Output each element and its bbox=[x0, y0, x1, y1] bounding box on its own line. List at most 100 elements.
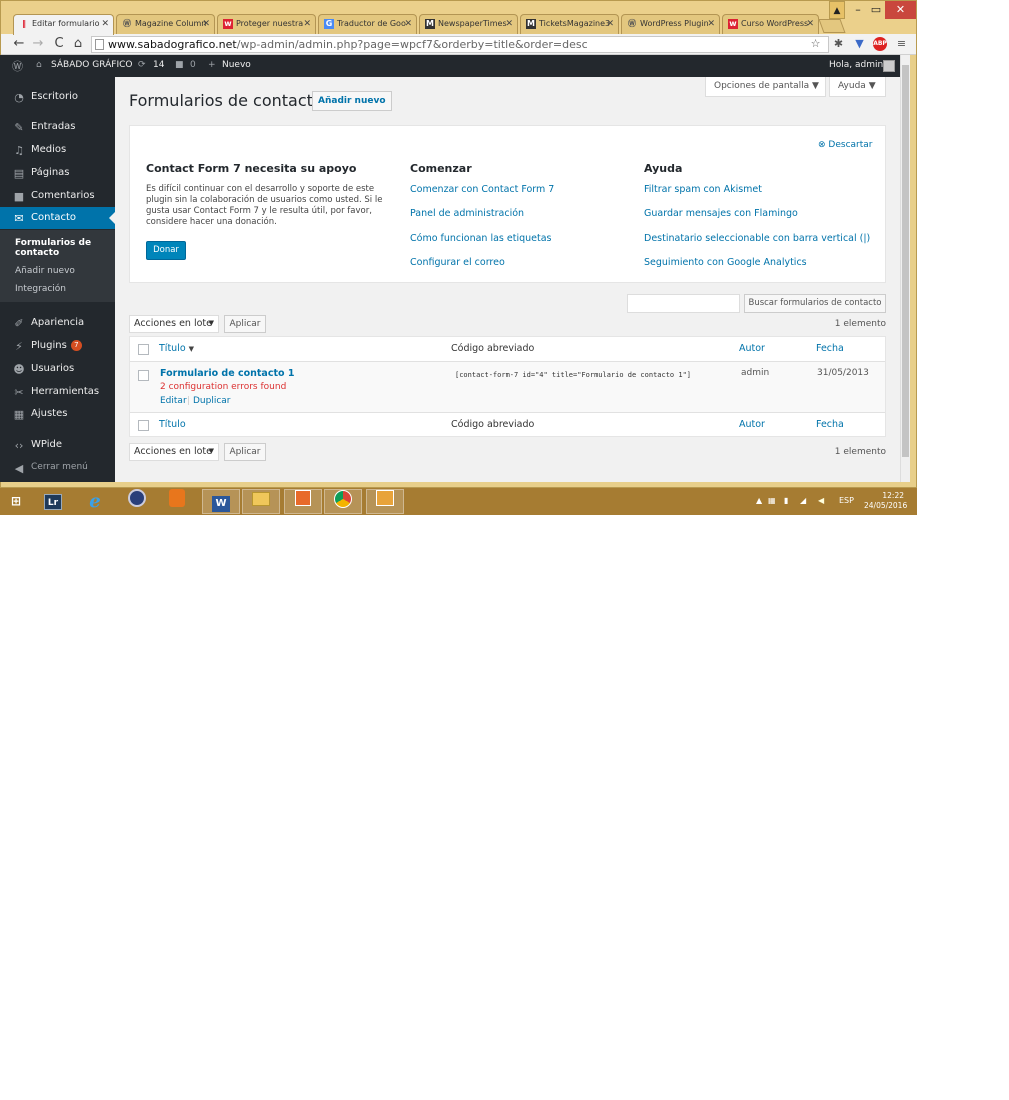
row-checkbox[interactable] bbox=[138, 370, 149, 381]
tab-magazine-column[interactable]: Ⓦ Magazine Column ✕ bbox=[116, 14, 215, 34]
word-icon[interactable]: W bbox=[202, 489, 240, 514]
clock[interactable]: 12:22 24/05/2016 bbox=[864, 491, 907, 511]
comments-count[interactable]: 0 bbox=[190, 60, 196, 70]
lightroom-icon[interactable]: Lr bbox=[38, 489, 68, 514]
help-button[interactable]: Ayuda ▼ bbox=[829, 77, 886, 97]
start-link[interactable]: Panel de administración bbox=[410, 208, 524, 219]
sidebar-item-entradas[interactable]: ✎ Entradas bbox=[0, 116, 115, 138]
help-link[interactable]: Destinatario seleccionable con barra ver… bbox=[644, 233, 870, 244]
sidebar-item-contacto[interactable]: ✉ Contacto bbox=[0, 207, 115, 229]
scrollbar-thumb[interactable] bbox=[902, 65, 909, 457]
sidebar-item-comentarios[interactable]: ■ Comentarios bbox=[0, 185, 115, 207]
close-icon[interactable]: ✕ bbox=[707, 19, 715, 29]
sidebar-item-wpide[interactable]: ‹› WPide bbox=[0, 434, 115, 456]
page-scrollbar[interactable] bbox=[900, 55, 910, 482]
updates-icon[interactable]: ⟳ bbox=[138, 60, 146, 70]
start-link[interactable]: Configurar el correo bbox=[410, 257, 505, 268]
updates-count[interactable]: 14 bbox=[153, 60, 164, 70]
new-tab-button[interactable] bbox=[818, 19, 846, 33]
duplicate-link[interactable]: Duplicar bbox=[193, 396, 231, 406]
file-explorer-icon[interactable] bbox=[242, 489, 280, 514]
dismiss-link[interactable]: ⊗ Descartar bbox=[818, 140, 873, 150]
close-icon[interactable]: ✕ bbox=[404, 19, 412, 29]
help-link[interactable]: Guardar mensajes con Flamingo bbox=[644, 208, 798, 219]
star-icon[interactable]: ☆ bbox=[808, 37, 823, 50]
signal-icon[interactable]: ◢ bbox=[800, 496, 806, 505]
help-link[interactable]: Filtrar spam con Akismet bbox=[644, 184, 762, 195]
address-bar[interactable]: www.sabadografico.net/wp-admin/admin.php… bbox=[91, 36, 829, 53]
maximize-button[interactable]: ▭ bbox=[867, 1, 885, 19]
column-date-header[interactable]: Fecha bbox=[816, 343, 844, 354]
wordpress-logo-icon[interactable]: Ⓦ bbox=[12, 58, 23, 74]
column-author-header[interactable]: Autor bbox=[739, 343, 765, 354]
windows-start-icon[interactable]: ⊞ bbox=[0, 489, 32, 514]
sidebar-item-paginas[interactable]: ▤ Páginas bbox=[0, 162, 115, 184]
close-icon[interactable]: ✕ bbox=[505, 19, 513, 29]
tab-newspapertimes[interactable]: M NewspaperTimes ✕ bbox=[419, 14, 518, 34]
download-icon[interactable]: ▼ bbox=[852, 37, 867, 50]
network-icon[interactable]: ▦ bbox=[768, 496, 776, 505]
start-link[interactable]: Comenzar con Contact Form 7 bbox=[410, 184, 554, 195]
close-icon[interactable]: ✕ bbox=[606, 19, 614, 29]
chrome-icon[interactable] bbox=[324, 489, 362, 514]
close-icon[interactable]: ✕ bbox=[101, 19, 109, 29]
close-icon[interactable]: ✕ bbox=[806, 19, 814, 29]
tab-curso-wordpress[interactable]: w Curso WordPress ✕ bbox=[722, 14, 819, 34]
help-link[interactable]: Seguimiento con Google Analytics bbox=[644, 257, 807, 268]
language-indicator[interactable]: ESP bbox=[839, 496, 854, 505]
select-all-checkbox[interactable] bbox=[138, 344, 149, 355]
forward-icon[interactable]: → bbox=[30, 36, 46, 51]
office-icon[interactable] bbox=[160, 489, 194, 514]
column-date-footer[interactable]: Fecha bbox=[816, 419, 844, 430]
donate-button[interactable]: Donar bbox=[146, 241, 186, 260]
search-input[interactable] bbox=[627, 294, 740, 313]
tab-ticketsmagazine[interactable]: M TicketsMagazine3 ✕ bbox=[520, 14, 619, 34]
comments-icon[interactable]: ■ bbox=[175, 60, 184, 70]
close-icon[interactable]: ✕ bbox=[303, 19, 311, 29]
add-new-button[interactable]: Añadir nuevo bbox=[312, 91, 392, 111]
close-window-button[interactable]: ✕ bbox=[885, 1, 916, 19]
reload-icon[interactable]: C bbox=[51, 36, 67, 51]
column-author-footer[interactable]: Autor bbox=[739, 419, 765, 430]
submenu-formularios[interactable]: Formularios de contacto bbox=[15, 238, 95, 258]
tab-wordpress-plugin[interactable]: Ⓦ WordPress Plugin ✕ bbox=[621, 14, 720, 34]
screen-options-button[interactable]: Opciones de pantalla ▼ bbox=[705, 77, 826, 97]
extension-icon[interactable]: ✱ bbox=[831, 37, 846, 50]
select-all-checkbox-bottom[interactable] bbox=[138, 420, 149, 431]
close-icon[interactable]: ✕ bbox=[202, 19, 210, 29]
new-content-link[interactable]: Nuevo bbox=[222, 60, 251, 70]
apply-button-bottom[interactable]: Aplicar bbox=[224, 443, 266, 461]
submenu-anadir-nuevo[interactable]: Añadir nuevo bbox=[15, 266, 75, 276]
my-account-link[interactable]: Hola, admin bbox=[829, 60, 883, 70]
tab-traductor[interactable]: G Traductor de Goo ✕ bbox=[318, 14, 417, 34]
tray-arrow-icon[interactable]: ▲ bbox=[756, 496, 762, 505]
bulk-actions-select-bottom[interactable]: Acciones en lote ▼ bbox=[129, 443, 219, 461]
avatar[interactable] bbox=[883, 60, 895, 72]
battery-icon[interactable]: ▮ bbox=[784, 496, 788, 505]
form-title-link[interactable]: Formulario de contacto 1 bbox=[160, 368, 294, 379]
tab-proteger[interactable]: w Proteger nuestra ✕ bbox=[217, 14, 316, 34]
collapse-menu-button[interactable]: ◀ Cerrar menú bbox=[0, 457, 115, 479]
home-icon[interactable]: ⌂ bbox=[70, 36, 86, 51]
back-icon[interactable]: ← bbox=[11, 36, 27, 51]
sidebar-item-herramientas[interactable]: ✂ Herramientas bbox=[0, 381, 115, 403]
bulk-actions-select-top[interactable]: Acciones en lote ▼ bbox=[129, 315, 219, 333]
app-icon[interactable] bbox=[120, 489, 154, 514]
edit-link[interactable]: Editar bbox=[160, 396, 187, 406]
menu-icon[interactable]: ≡ bbox=[894, 37, 909, 50]
column-title-header[interactable]: Título ▼ bbox=[159, 343, 194, 354]
paint-icon[interactable] bbox=[284, 489, 322, 514]
plus-icon[interactable]: + bbox=[208, 60, 216, 70]
minimize-button[interactable]: – bbox=[849, 1, 867, 19]
shortcode-text[interactable]: [contact-form-7 id="4" title="Formulario… bbox=[455, 371, 691, 379]
start-link[interactable]: Cómo funcionan las etiquetas bbox=[410, 233, 552, 244]
submenu-integracion[interactable]: Integración bbox=[15, 284, 66, 294]
search-forms-button[interactable]: Buscar formularios de contacto bbox=[744, 294, 886, 313]
site-name-link[interactable]: SÁBADO GRÁFICO bbox=[51, 60, 132, 70]
sidebar-item-plugins[interactable]: ⚡ Plugins 7 bbox=[0, 335, 115, 357]
internet-explorer-icon[interactable]: ℯ bbox=[78, 489, 112, 514]
sidebar-item-usuarios[interactable]: ☻ Usuarios bbox=[0, 358, 115, 380]
adblock-icon[interactable]: ABP bbox=[873, 37, 887, 51]
user-icon[interactable]: ▲ bbox=[829, 1, 845, 19]
column-title-footer[interactable]: Título bbox=[159, 419, 186, 430]
